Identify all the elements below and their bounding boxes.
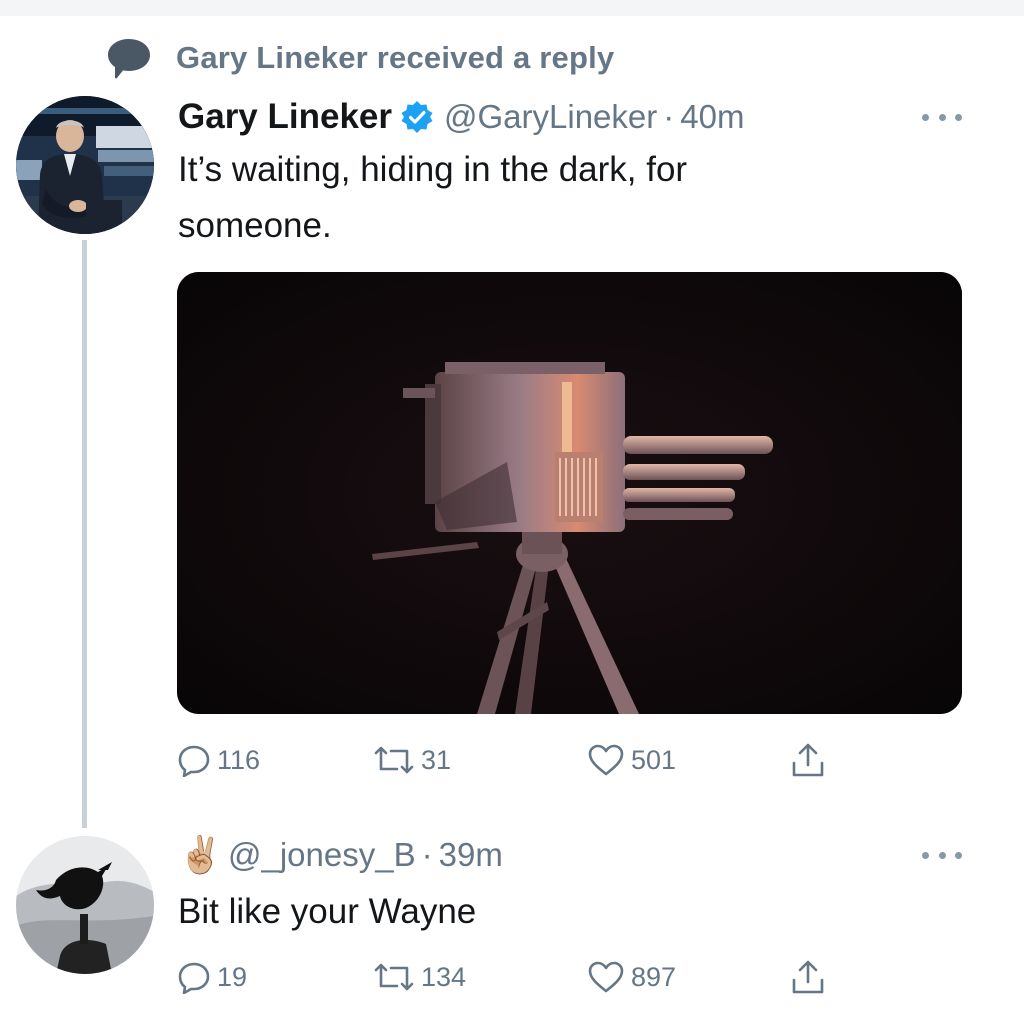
reply-actions: 19 134 897 <box>177 955 877 999</box>
tweet-media-image[interactable] <box>177 272 962 714</box>
reply-count: 19 <box>217 961 248 992</box>
reply-notice-text: Gary Lineker received a reply <box>176 40 615 75</box>
tweet-header: Gary Lineker @GaryLineker · 40m <box>178 94 744 140</box>
retweet-count: 31 <box>421 744 452 775</box>
top-bar <box>0 0 1024 16</box>
reply-text: Bit like your Wayne <box>178 892 477 931</box>
reply-notice[interactable]: Gary Lineker received a reply <box>106 36 614 80</box>
tweet-text: It’s waiting, hiding in the dark, for so… <box>178 150 688 245</box>
retweet-count: 134 <box>421 961 467 992</box>
separator-dot: · <box>421 836 433 873</box>
like-count: 501 <box>631 744 677 775</box>
separator-dot: · <box>663 98 675 135</box>
timestamp[interactable]: 40m <box>680 98 744 136</box>
reply-handle[interactable]: @_jonesy_B <box>228 836 416 874</box>
like-count: 897 <box>631 961 677 992</box>
retweet-button[interactable]: 31 <box>373 738 451 782</box>
share-icon <box>792 960 824 994</box>
retweet-icon <box>374 746 414 774</box>
more-options-icon[interactable] <box>922 848 962 862</box>
share-icon <box>792 743 824 777</box>
tweet-actions: 116 31 501 <box>177 738 877 782</box>
retweet-button[interactable]: 134 <box>373 955 466 999</box>
like-button[interactable]: 897 <box>587 955 676 999</box>
like-button[interactable]: 501 <box>587 738 676 782</box>
retweet-icon <box>374 963 414 991</box>
victory-hand-emoji: ✌🏼 <box>178 834 223 875</box>
author-name[interactable]: Gary Lineker <box>178 97 392 137</box>
author-handle[interactable]: @GaryLineker <box>444 98 657 136</box>
speech-bubble-icon <box>106 36 152 80</box>
reply-icon <box>178 962 210 994</box>
verified-badge-icon <box>400 100 434 134</box>
reply-header: ✌🏼 @_jonesy_B · 39m <box>178 832 503 878</box>
heart-icon <box>588 961 624 993</box>
avatar[interactable] <box>16 96 154 234</box>
share-button[interactable] <box>789 955 827 999</box>
more-options-icon[interactable] <box>922 110 962 124</box>
reply-timestamp[interactable]: 39m <box>439 836 503 874</box>
share-button[interactable] <box>789 738 827 782</box>
reply-count: 116 <box>217 744 261 775</box>
reply-avatar[interactable] <box>16 836 154 974</box>
reply-button[interactable]: 116 <box>177 738 260 782</box>
reply-icon <box>178 745 210 777</box>
reply-button[interactable]: 19 <box>177 955 247 999</box>
heart-icon <box>588 744 624 776</box>
thread-line <box>82 240 87 828</box>
